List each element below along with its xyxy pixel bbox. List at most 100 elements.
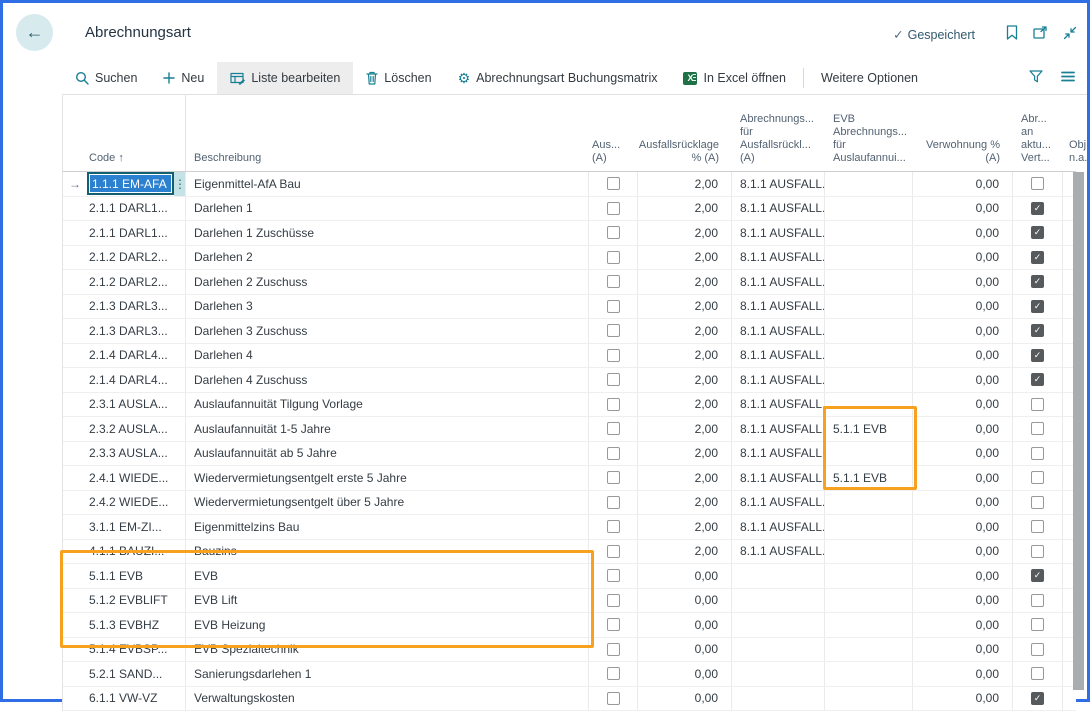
aus-checkbox[interactable] xyxy=(607,422,620,435)
beschreibung-cell[interactable]: Darlehen 4 xyxy=(186,344,589,368)
ausfallsruecklage-cell[interactable]: 2,00 xyxy=(638,221,732,245)
beschreibung-cell[interactable]: Darlehen 3 Zuschuss xyxy=(186,319,589,343)
aus-checkbox[interactable] xyxy=(607,251,620,264)
verwohnung-cell[interactable]: 0,00 xyxy=(913,564,1013,588)
code-cell[interactable]: 2.1.4 DARL4... xyxy=(63,368,186,392)
verwohnung-cell[interactable]: 0,00 xyxy=(913,613,1013,637)
code-cell[interactable]: 2.3.3 AUSLA... xyxy=(63,442,186,466)
evb-abrechnung-cell[interactable] xyxy=(825,197,913,221)
abrechnung-fuer-cell[interactable]: 8.1.1 AUSFALL... xyxy=(732,417,825,441)
abrechnung-fuer-cell[interactable]: 8.1.1 AUSFALL... xyxy=(732,295,825,319)
evb-abrechnung-cell[interactable] xyxy=(825,491,913,515)
abrechnung-fuer-cell[interactable]: 8.1.1 AUSFALL... xyxy=(732,442,825,466)
code-cell[interactable]: 2.1.1 DARL1... xyxy=(63,197,186,221)
verwohnung-cell[interactable]: 0,00 xyxy=(913,638,1013,662)
abr-checkbox[interactable]: ✓ xyxy=(1031,226,1044,239)
beschreibung-cell[interactable]: EVB Lift xyxy=(186,589,589,613)
verwohnung-cell[interactable]: 0,00 xyxy=(913,466,1013,490)
verwohnung-cell[interactable]: 0,00 xyxy=(913,417,1013,441)
aus-checkbox[interactable] xyxy=(607,569,620,582)
abr-cell[interactable] xyxy=(1013,466,1063,490)
aus-checkbox[interactable] xyxy=(607,324,620,337)
aus-cell[interactable] xyxy=(589,540,638,564)
aus-checkbox[interactable] xyxy=(607,373,620,386)
aus-cell[interactable] xyxy=(589,491,638,515)
abr-checkbox[interactable] xyxy=(1031,545,1044,558)
more-options-button[interactable]: Weitere Optionen xyxy=(808,62,931,94)
abr-cell[interactable]: ✓ xyxy=(1013,564,1063,588)
abr-checkbox[interactable] xyxy=(1031,643,1044,656)
evb-abrechnung-cell[interactable] xyxy=(825,687,913,711)
beschreibung-cell[interactable]: Darlehen 3 xyxy=(186,295,589,319)
filter-icon[interactable] xyxy=(1029,70,1043,86)
beschreibung-cell[interactable]: Eigenmittel-AfA Bau xyxy=(186,172,589,196)
aus-cell[interactable] xyxy=(589,662,638,686)
verwohnung-cell[interactable]: 0,00 xyxy=(913,197,1013,221)
code-cell[interactable]: 2.1.2 DARL2... xyxy=(63,246,186,270)
ausfallsruecklage-cell[interactable]: 2,00 xyxy=(638,270,732,294)
beschreibung-cell[interactable]: Auslaufannuität Tilgung Vorlage xyxy=(186,393,589,417)
beschreibung-cell[interactable]: Darlehen 1 Zuschüsse xyxy=(186,221,589,245)
aus-cell[interactable] xyxy=(589,466,638,490)
aus-cell[interactable] xyxy=(589,564,638,588)
verwohnung-cell[interactable]: 0,00 xyxy=(913,540,1013,564)
aus-checkbox[interactable] xyxy=(607,447,620,460)
ausfallsruecklage-cell[interactable]: 0,00 xyxy=(638,589,732,613)
abr-cell[interactable] xyxy=(1013,613,1063,637)
evb-abrechnung-cell[interactable]: 5.1.1 EVB xyxy=(825,466,913,490)
code-cell[interactable]: 2.1.4 DARL4... xyxy=(63,344,186,368)
search-button[interactable]: Suchen xyxy=(62,62,150,94)
row-menu-icon[interactable]: ⋮ xyxy=(174,172,186,196)
beschreibung-cell[interactable]: Wiedervermietungsentgelt erste 5 Jahre xyxy=(186,466,589,490)
abr-checkbox[interactable] xyxy=(1031,447,1044,460)
abrechnung-fuer-cell[interactable]: 8.1.1 AUSFALL... xyxy=(732,368,825,392)
abr-checkbox[interactable] xyxy=(1031,520,1044,533)
verwohnung-cell[interactable]: 0,00 xyxy=(913,319,1013,343)
aus-cell[interactable] xyxy=(589,319,638,343)
aus-cell[interactable] xyxy=(589,172,638,196)
aus-cell[interactable] xyxy=(589,638,638,662)
aus-checkbox[interactable] xyxy=(607,520,620,533)
abr-cell[interactable]: ✓ xyxy=(1013,344,1063,368)
abr-checkbox[interactable] xyxy=(1031,667,1044,680)
aus-checkbox[interactable] xyxy=(607,398,620,411)
ausfallsruecklage-cell[interactable]: 2,00 xyxy=(638,417,732,441)
delete-button[interactable]: Löschen xyxy=(353,62,444,94)
abr-cell[interactable] xyxy=(1013,515,1063,539)
abr-checkbox[interactable] xyxy=(1031,422,1044,435)
ausfallsruecklage-cell[interactable]: 0,00 xyxy=(638,687,732,711)
beschreibung-cell[interactable]: EVB Spezialtechnik xyxy=(186,638,589,662)
evb-abrechnung-cell[interactable] xyxy=(825,344,913,368)
evb-abrechnung-cell[interactable] xyxy=(825,172,913,196)
abr-cell[interactable] xyxy=(1013,638,1063,662)
aus-cell[interactable] xyxy=(589,368,638,392)
beschreibung-cell[interactable]: Darlehen 1 xyxy=(186,197,589,221)
ausfallsruecklage-cell[interactable]: 2,00 xyxy=(638,197,732,221)
abrechnung-fuer-cell[interactable]: 8.1.1 AUSFALL... xyxy=(732,466,825,490)
evb-abrechnung-cell[interactable] xyxy=(825,368,913,392)
abr-cell[interactable] xyxy=(1013,540,1063,564)
abr-cell[interactable] xyxy=(1013,662,1063,686)
verwohnung-cell[interactable]: 0,00 xyxy=(913,515,1013,539)
ausfallsruecklage-cell[interactable]: 2,00 xyxy=(638,246,732,270)
beschreibung-cell[interactable]: Sanierungsdarlehen 1 xyxy=(186,662,589,686)
ausfallsruecklage-cell[interactable]: 2,00 xyxy=(638,344,732,368)
verwohnung-cell[interactable]: 0,00 xyxy=(913,221,1013,245)
code-cell[interactable]: 4.1.1 BAUZI... xyxy=(63,540,186,564)
abrechnung-fuer-cell[interactable]: 8.1.1 AUSFALL... xyxy=(732,540,825,564)
evb-abrechnung-cell[interactable] xyxy=(825,246,913,270)
vertical-scrollbar[interactable] xyxy=(1073,172,1084,690)
ausfallsruecklage-cell[interactable]: 2,00 xyxy=(638,491,732,515)
code-cell[interactable]: 2.4.1 WIEDE... xyxy=(63,466,186,490)
code-cell[interactable]: 5.1.1 EVB xyxy=(63,564,186,588)
abr-checkbox[interactable]: ✓ xyxy=(1031,373,1044,386)
abr-checkbox[interactable] xyxy=(1031,496,1044,509)
abrechnung-fuer-cell[interactable]: 8.1.1 AUSFALL... xyxy=(732,172,825,196)
aus-cell[interactable] xyxy=(589,295,638,319)
abr-cell[interactable] xyxy=(1013,172,1063,196)
abr-checkbox[interactable]: ✓ xyxy=(1031,324,1044,337)
aus-cell[interactable] xyxy=(589,221,638,245)
abrechnung-fuer-cell[interactable]: 8.1.1 AUSFALL... xyxy=(732,319,825,343)
evb-abrechnung-cell[interactable] xyxy=(825,540,913,564)
code-cell[interactable]: 5.1.3 EVBHZ xyxy=(63,613,186,637)
